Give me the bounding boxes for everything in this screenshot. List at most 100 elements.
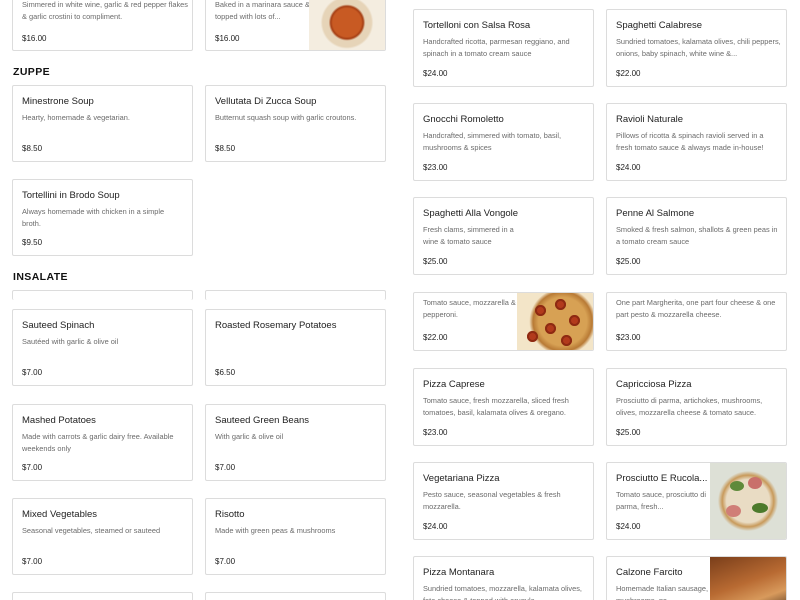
menu-item-name: Spaghetti Alla Vongole: [423, 208, 519, 219]
menu-item-name: Gnocchi Romoletto: [423, 114, 504, 125]
menu-item-name: Roasted Rosemary Potatoes: [215, 320, 337, 331]
menu-item-description: Butternut squash soup with garlic crouto…: [215, 113, 357, 122]
menu-item-card[interactable]: Tomato sauce, mozzarella & pepperoni. $2…: [413, 292, 594, 351]
section-heading-insalate: INSALATE: [13, 271, 68, 283]
menu-item-name: Spaghetti Calabrese: [616, 20, 703, 31]
menu-item-description: Handcrafted, simmered with tomato, basil…: [423, 131, 562, 152]
menu-item-price: $23.00: [423, 163, 448, 172]
menu-item-description: Hearty, homemade & vegetarian.: [22, 113, 130, 122]
menu-item-price: $16.00: [22, 34, 47, 43]
menu-item-description: Tomato sauce, mozzarella & pepperoni.: [423, 298, 516, 319]
menu-item-card[interactable]: Spaghetti Alla Vongole Fresh clams, simm…: [413, 197, 594, 275]
menu-item-description: Made with green peas & mushrooms: [215, 526, 336, 535]
menu-item-card[interactable]: Prosciutto E Rucola... Tomato sauce, pro…: [606, 462, 787, 540]
menu-item-description: Sundried tomatoes, mozzarella, kalamata …: [423, 584, 582, 600]
pepperoni-slice: [561, 335, 572, 346]
menu-item-description: Sautéed with garlic & olive oil: [22, 337, 119, 346]
pepperoni-slice: [569, 315, 580, 326]
menu-item-name: Prosciutto E Rucola...: [616, 473, 708, 484]
menu-item-description: Smoked & fresh salmon, shallots & green …: [616, 225, 778, 246]
menu-item-price: $7.00: [215, 463, 236, 472]
menu-item-description: With garlic & olive oil: [215, 432, 284, 441]
menu-item-card[interactable]: Baked in a marinara sauce & topped with …: [205, 0, 386, 51]
pepperoni-slice: [535, 305, 546, 316]
menu-item-card[interactable]: One part Margherita, one part four chees…: [606, 292, 787, 351]
menu-item-card[interactable]: Sauteed Spinach Sautéed with garlic & ol…: [12, 309, 193, 386]
menu-item-price: $22.00: [616, 69, 641, 78]
menu-item-card[interactable]: Minestrone Soup Hearty, homemade & veget…: [12, 85, 193, 162]
menu-item-card[interactable]: Tortelloni con Salsa Rosa Handcrafted ri…: [413, 9, 594, 87]
menu-item-price: $7.00: [22, 557, 43, 566]
menu-item-description: Pillows of ricotta & spinach ravioli ser…: [616, 131, 764, 152]
menu-item-card[interactable]: Mashed Potatoes Made with carrots & garl…: [12, 404, 193, 481]
menu-item-price: $23.00: [616, 333, 641, 342]
menu-item-name: Mashed Potatoes: [22, 415, 96, 426]
menu-item-card[interactable]: Risotto Made with green peas & mushrooms…: [205, 498, 386, 575]
menu-item-name: Ravioli Naturale: [616, 114, 684, 125]
menu-item-name: Minestrone Soup: [22, 96, 94, 107]
menu-item-description: Homemade Italian sausage, mushrooms, go.…: [616, 584, 709, 600]
menu-item-price: $24.00: [423, 522, 448, 531]
menu-item-name: Pizza Caprese: [423, 379, 485, 390]
menu-item-price: $23.00: [423, 428, 448, 437]
menu-item-price: $24.00: [616, 163, 641, 172]
menu-item-name: Vegetariana Pizza: [423, 473, 500, 484]
menu-item-card[interactable]: Roasted Rosemary Potatoes $6.50: [205, 309, 386, 386]
menu-item-card[interactable]: [12, 592, 193, 600]
section-heading-zuppe: ZUPPE: [13, 66, 51, 78]
menu-item-name: Sauteed Spinach: [22, 320, 95, 331]
menu-item-card[interactable]: Tortellini in Brodo Soup Always homemade…: [12, 179, 193, 256]
menu-item-price: $8.50: [22, 144, 43, 153]
menu-item-card[interactable]: Vegetariana Pizza Pesto sauce, seasonal …: [413, 462, 594, 540]
menu-item-price: $24.00: [616, 522, 641, 531]
menu-item-description: Handcrafted ricotta, parmesan reggiano, …: [423, 37, 570, 58]
menu-item-name: Pizza Montanara: [423, 567, 495, 578]
menu-item-price: $7.00: [22, 368, 43, 377]
menu-item-description: Made with carrots & garlic dairy free. A…: [22, 432, 174, 453]
menu-item-card[interactable]: Capricciosa Pizza Prosciutto di parma, a…: [606, 368, 787, 446]
menu-item-description: Seasonal vegetables, steamed or sauteed: [22, 526, 161, 535]
pepperoni-slice: [527, 331, 538, 342]
menu-item-description: Sundried tomatoes, kalamata olives, chil…: [616, 37, 781, 58]
menu-item-price: $8.50: [215, 144, 236, 153]
menu-item-price: $25.00: [616, 257, 641, 266]
menu-item-card[interactable]: Mixed Vegetables Seasonal vegetables, st…: [12, 498, 193, 575]
menu-item-photo: [710, 557, 786, 600]
menu-item-description: Tomato sauce, prosciutto di parma, fresh…: [616, 490, 706, 511]
prosciutto-topping: [748, 477, 762, 489]
menu-item-card[interactable]: [12, 290, 193, 300]
pepperoni-slice: [555, 299, 566, 310]
menu-item-card[interactable]: Ravioli Naturale Pillows of ricotta & sp…: [606, 103, 787, 181]
menu-item-price: $25.00: [423, 257, 448, 266]
menu-item-price: $9.50: [22, 238, 43, 247]
menu-item-card[interactable]: Penne Al Salmone Smoked & fresh salmon, …: [606, 197, 787, 275]
menu-item-card[interactable]: [205, 290, 386, 300]
pepperoni-slice: [545, 323, 556, 334]
menu-item-card[interactable]: Vellutata Di Zucca Soup Butternut squash…: [205, 85, 386, 162]
menu-item-name: Penne Al Salmone: [616, 208, 695, 219]
menu-item-card[interactable]: Gnocchi Romoletto Handcrafted, simmered …: [413, 103, 594, 181]
menu-item-photo: [517, 293, 593, 350]
menu-item-price: $6.50: [215, 368, 236, 377]
menu-item-description: Always homemade with chicken in a simple…: [22, 207, 165, 228]
menu-item-description: One part Margherita, one part four chees…: [616, 298, 776, 319]
menu-item-price: $25.00: [616, 428, 641, 437]
menu-item-price: $24.00: [423, 69, 448, 78]
menu-item-photo: [710, 463, 786, 539]
menu-item-description: Simmered in white wine, garlic & red pep…: [22, 0, 188, 21]
menu-item-description: Baked in a marinara sauce & topped with …: [215, 0, 310, 21]
menu-item-price: $7.00: [22, 463, 43, 472]
menu-item-name: Sauteed Green Beans: [215, 415, 310, 426]
menu-item-name: Vellutata Di Zucca Soup: [215, 96, 317, 107]
menu-item-card[interactable]: Simmered in white wine, garlic & red pep…: [12, 0, 193, 51]
menu-item-card[interactable]: Pizza Caprese Tomato sauce, fresh mozzar…: [413, 368, 594, 446]
menu-item-card[interactable]: Sauteed Green Beans With garlic & olive …: [205, 404, 386, 481]
menu-item-photo: [309, 0, 385, 50]
menu-item-card[interactable]: Spaghetti Calabrese Sundried tomatoes, k…: [606, 9, 787, 87]
menu-item-description: Pesto sauce, seasonal vegetables & fresh…: [423, 490, 561, 511]
menu-item-card[interactable]: Calzone Farcito Homemade Italian sausage…: [606, 556, 787, 600]
menu-item-card[interactable]: Pizza Montanara Sundried tomatoes, mozza…: [413, 556, 594, 600]
menu-item-price: $22.00: [423, 333, 448, 342]
menu-item-name: Mixed Vegetables: [22, 509, 97, 520]
menu-item-card[interactable]: [205, 592, 386, 600]
